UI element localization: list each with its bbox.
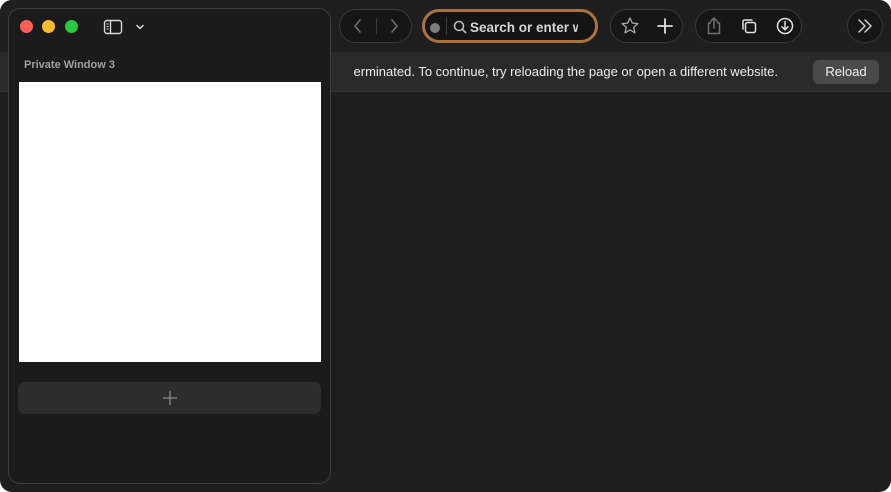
address-divider xyxy=(446,17,447,35)
downloads-button[interactable] xyxy=(768,10,802,42)
back-button[interactable] xyxy=(341,10,375,42)
chevron-right-icon xyxy=(391,19,398,33)
tab-overview-icon xyxy=(742,19,757,34)
chevron-left-icon xyxy=(354,19,361,33)
tab-overview-button[interactable] xyxy=(732,10,766,42)
address-placeholder[interactable]: Search or enter w xyxy=(470,19,578,37)
reload-button[interactable]: Reload xyxy=(813,60,879,84)
chevron-down-icon xyxy=(136,24,144,30)
tab-group-menu-button[interactable] xyxy=(133,20,147,34)
sidebar-panel: Private Window 3 xyxy=(8,8,331,484)
minimize-window-button[interactable] xyxy=(42,20,55,33)
sidebar-icon xyxy=(103,19,123,35)
star-icon xyxy=(621,17,639,34)
actions-group xyxy=(695,9,802,43)
forward-button[interactable] xyxy=(377,10,411,42)
plus-icon xyxy=(657,18,673,34)
more-toolbar-items-group xyxy=(847,9,883,43)
tab-group-title: Private Window 3 xyxy=(24,59,115,71)
download-icon xyxy=(776,17,794,35)
tab-thumbnail[interactable] xyxy=(19,82,321,362)
privacy-indicator-icon xyxy=(430,23,440,33)
browser-window: Search or enter w erminated. To continue… xyxy=(0,0,891,492)
address-bar[interactable]: Search or enter w xyxy=(422,9,598,43)
plus-icon xyxy=(162,390,177,406)
search-icon xyxy=(453,20,467,34)
bookmark-newtab-group xyxy=(610,9,683,43)
zoom-window-button[interactable] xyxy=(65,20,78,33)
share-button[interactable] xyxy=(697,10,731,42)
back-forward-group xyxy=(339,9,412,43)
bookmark-button[interactable] xyxy=(613,10,647,42)
sidebar-new-tab-button[interactable] xyxy=(18,382,321,414)
chevrons-right-icon xyxy=(858,19,872,33)
sidebar-toggle-button[interactable] xyxy=(101,17,125,37)
more-toolbar-items-button[interactable] xyxy=(848,10,882,42)
close-window-button[interactable] xyxy=(20,20,33,33)
share-icon xyxy=(707,17,721,35)
new-tab-button[interactable] xyxy=(648,10,682,42)
